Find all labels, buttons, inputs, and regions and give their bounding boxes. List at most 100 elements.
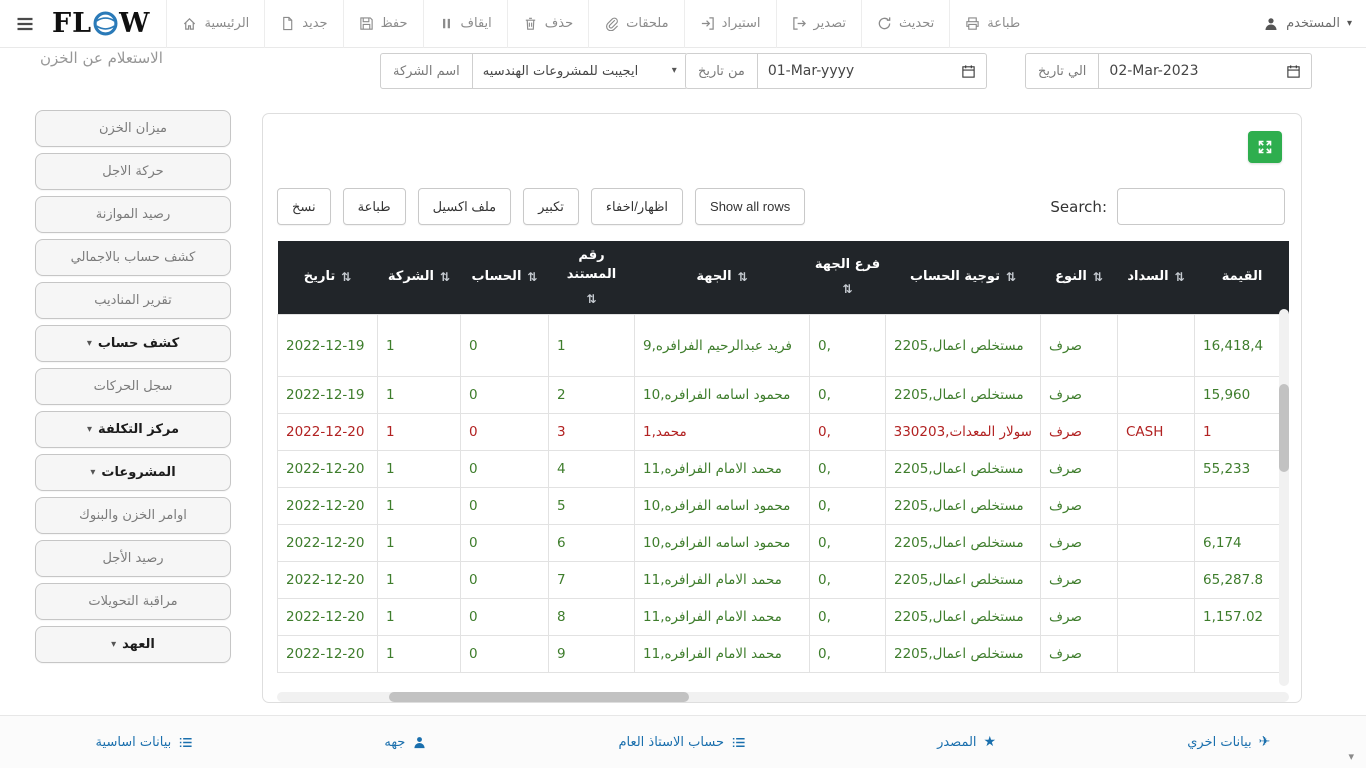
sidebar-item-label: حركة الاجل	[102, 164, 164, 179]
print-button[interactable]: طباعة	[342, 188, 406, 225]
date-from-input[interactable]: 01-Mar-yyyy	[757, 53, 987, 89]
footer-link-basic-data[interactable]: بيانات اساسية	[96, 735, 194, 750]
sidebar-item-term-movement[interactable]: حركة الاجل	[35, 153, 231, 190]
column-header-entity-branch[interactable]: فرع الجهة ⇅	[809, 241, 886, 315]
sort-icon[interactable]: ⇅	[1175, 269, 1185, 286]
horizontal-scrollbar-thumb[interactable]	[389, 692, 689, 702]
table-row[interactable]: 2022-12-20 1 0 7 محمد الامام الفرافره,11 0, مس…	[277, 561, 1289, 600]
hamburger-menu-icon[interactable]	[0, 0, 50, 48]
table-row[interactable]: 2022-12-20 1 0 5 محمود اسامه الفرافره,10 0, مس…	[277, 487, 1289, 526]
sort-icon[interactable]: ⇅	[586, 291, 596, 308]
company-select[interactable]: ايجيبت للمشروعات الهندسيه ▾	[472, 53, 688, 89]
table-row[interactable]: 2022-12-20 1 0 6 محمود اسامه الفرافره,10 0, مس…	[277, 524, 1289, 563]
cell-entity: محمود اسامه الفرافره,10	[634, 376, 810, 415]
column-header-payment[interactable]: السداد ⇅	[1117, 241, 1195, 315]
nav-delete[interactable]: حذف	[506, 0, 588, 48]
footer-link-source[interactable]: المصدر ★	[937, 735, 996, 750]
nav-import[interactable]: استيراد	[683, 0, 776, 48]
footer-link-entity[interactable]: جهه	[384, 735, 427, 750]
chevron-down-icon: ▾	[671, 65, 677, 76]
nav-new[interactable]: جديد	[264, 0, 342, 48]
table-row[interactable]: 2022-12-20 1 0 9 محمد الامام الفرافره,11 0, مس…	[277, 635, 1289, 674]
sidebar-item-projects[interactable]: ▾ المشروعات	[35, 454, 231, 491]
nav-save[interactable]: حفظ	[342, 0, 423, 48]
column-header-type[interactable]: النوع ⇅	[1040, 241, 1118, 315]
cell-payment	[1117, 376, 1195, 415]
save-icon	[359, 16, 374, 31]
sort-icon[interactable]: ⇅	[527, 269, 537, 286]
footer-link-general-ledger[interactable]: حساب الاستاذ العام	[618, 735, 746, 750]
search-input[interactable]	[1117, 188, 1285, 225]
sort-icon[interactable]: ⇅	[341, 269, 351, 286]
sort-icon[interactable]: ⇅	[440, 269, 450, 286]
show-all-rows-button[interactable]: Show all rows	[695, 188, 806, 225]
sidebar-item-treasury-balance[interactable]: ميزان الخزن	[35, 110, 231, 147]
calendar-icon[interactable]	[961, 64, 976, 79]
nav-export[interactable]: تصدير	[775, 0, 862, 48]
sidebar-item-movements-log[interactable]: سجل الحركات	[35, 368, 231, 405]
horizontal-scrollbar[interactable]	[277, 692, 1289, 702]
table-row[interactable]: 2022-12-19 1 0 1 فريد عبدالرحيم الفرافره,9 0,…	[277, 314, 1289, 378]
column-header-date[interactable]: تاريخ ⇅	[277, 241, 378, 315]
excel-export-button[interactable]: ملف اكسيل	[417, 188, 512, 225]
column-header-account[interactable]: الحساب ⇅	[460, 241, 549, 315]
enlarge-button[interactable]: تكبير	[523, 188, 579, 225]
cell-account: 0	[460, 413, 549, 452]
sort-icon[interactable]: ⇅	[842, 281, 852, 298]
sort-icon[interactable]: ⇅	[1006, 269, 1016, 286]
table-row[interactable]: 2022-12-20 1 0 4 محمد الامام الفرافره,11 0, مس…	[277, 450, 1289, 489]
nav-home[interactable]: الرئيسية	[166, 0, 264, 48]
show-hide-columns-button[interactable]: اظهار/اخفاء	[590, 188, 684, 225]
list-icon	[178, 735, 193, 750]
sidebar-item-budget-balance[interactable]: رصيد الموازنة	[35, 196, 231, 233]
column-header-company[interactable]: الشركة ⇅	[377, 241, 461, 315]
column-header-entity[interactable]: الجهة ⇅	[634, 241, 810, 315]
cell-payment	[1117, 524, 1195, 563]
table-row[interactable]: 2022-12-20 1 0 8 محمد الامام الفرافره,11 0, مس…	[277, 598, 1289, 637]
cell-doc-number: 3	[548, 413, 635, 452]
cell-account: 0	[460, 598, 549, 637]
cell-value: 1	[1194, 413, 1289, 452]
home-icon	[182, 16, 197, 31]
cell-payment	[1117, 561, 1195, 600]
sidebar-item-transfers-monitoring[interactable]: مراقبة التحويلات	[35, 583, 231, 620]
vertical-scrollbar[interactable]	[1279, 309, 1289, 686]
cell-date: 2022-12-20	[277, 561, 378, 600]
nav-print[interactable]: طباعة	[949, 0, 1035, 48]
column-header-account-routing[interactable]: توجية الحساب ⇅	[885, 241, 1041, 315]
nav-save-label: حفظ	[380, 16, 408, 31]
cell-value: 16,418,4	[1194, 314, 1289, 378]
caret-down-icon[interactable]: ▾	[1348, 750, 1354, 763]
sidebar-item-delegates-report[interactable]: تقرير المناديب	[35, 282, 231, 319]
caret-down-icon: ▾	[86, 337, 92, 349]
cell-entity: فريد عبدالرحيم الفرافره,9	[634, 314, 810, 378]
sidebar-item-total-statement[interactable]: كشف حساب بالاجمالي	[35, 239, 231, 276]
column-header-value[interactable]: القيمة	[1194, 241, 1289, 315]
table-row[interactable]: 2022-12-19 1 0 2 محمود اسامه الفرافره,10 0, مس…	[277, 376, 1289, 415]
column-header-doc-number[interactable]: رقم المستند ⇅	[548, 241, 635, 315]
sidebar-item-cost-center[interactable]: ▾ مركز التكلفة	[35, 411, 231, 448]
sidebar-item-treasury-bank-orders[interactable]: اوامر الخزن والبنوك	[35, 497, 231, 534]
nav-stop[interactable]: ايقاف	[422, 0, 507, 48]
sidebar-item-custody[interactable]: ▾ العهد	[35, 626, 231, 663]
cell-company: 1	[377, 413, 461, 452]
copy-button[interactable]: نسخ	[277, 188, 331, 225]
user-menu[interactable]: المستخدم ▾	[1249, 16, 1366, 32]
sort-icon[interactable]: ⇅	[738, 269, 748, 286]
fullscreen-button[interactable]	[1248, 131, 1282, 163]
nav-refresh[interactable]: تحديث	[861, 0, 949, 48]
vertical-scrollbar-thumb[interactable]	[1279, 384, 1289, 472]
footer-link-other-data[interactable]: بيانات اخري ✈	[1187, 735, 1270, 750]
cell-entity-branch: 0,	[809, 413, 886, 452]
cell-doc-number: 5	[548, 487, 635, 526]
table-row[interactable]: 2022-12-20 1 0 3 محمد,1 0, سولار المعدات,33020…	[277, 413, 1289, 452]
date-to-input[interactable]: 02-Mar-2023	[1099, 53, 1313, 89]
sidebar-item-label: كشف حساب	[97, 336, 180, 351]
sidebar-item-term-balance[interactable]: رصيد الأجل	[35, 540, 231, 577]
sort-icon[interactable]: ⇅	[1093, 269, 1103, 286]
cell-entity-branch: 0,	[809, 561, 886, 600]
nav-attachments[interactable]: ملحقات	[588, 0, 683, 48]
sidebar-item-account-statement[interactable]: ▾ كشف حساب	[35, 325, 231, 362]
calendar-icon[interactable]	[1286, 64, 1301, 79]
nav-attachments-label: ملحقات	[626, 16, 669, 31]
